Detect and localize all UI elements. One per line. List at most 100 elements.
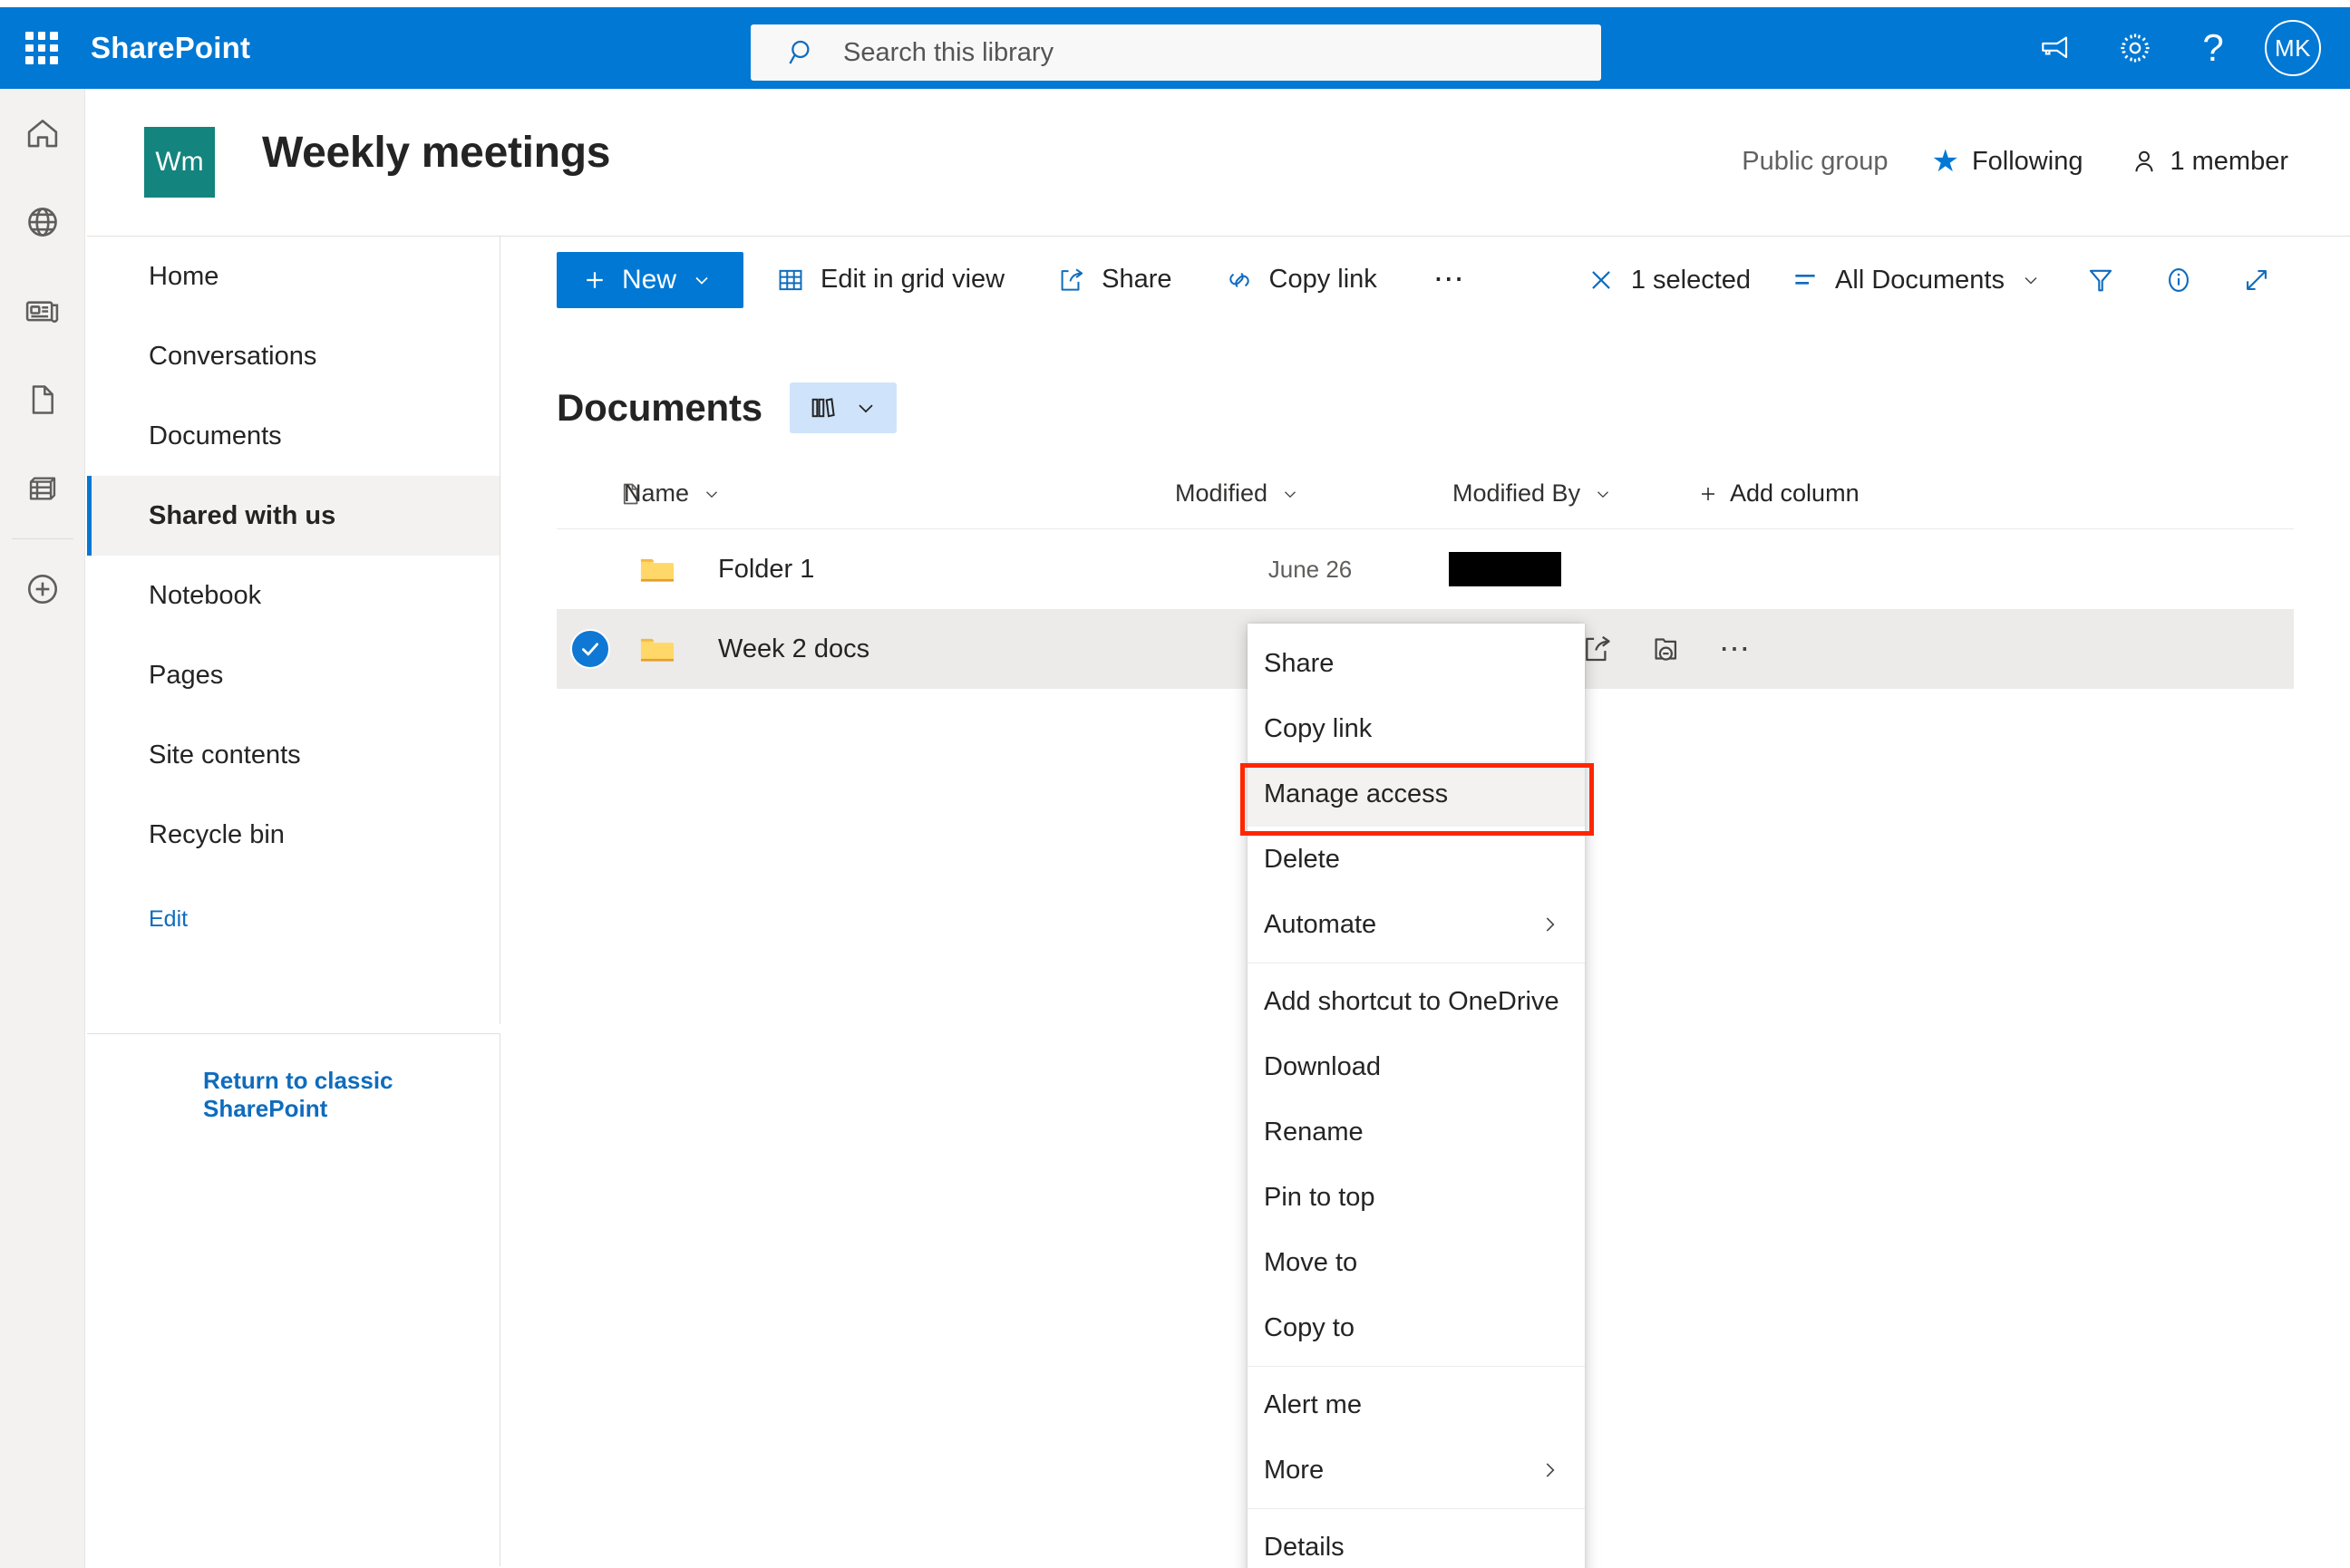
command-overflow-button[interactable]: ⋯ [1410,237,1491,324]
copy-link-button[interactable]: Copy link [1205,237,1397,324]
menu-item-add-shortcut-to-onedrive[interactable]: Add shortcut to OneDrive [1248,969,1585,1034]
return-to-classic-link[interactable]: Return to classic SharePoint [203,1067,500,1123]
suite-header-bar: SharePoint Search this library ? MK [0,7,2350,89]
app-launcher-waffle-icon[interactable] [20,26,63,70]
filter-funnel-icon [2085,265,2116,295]
site-header-meta: Public group ★ Following 1 member [1742,143,2288,179]
menu-item-copy-link[interactable]: Copy link [1248,696,1585,761]
menu-group: Alert me More [1248,1372,1585,1509]
view-switcher-button[interactable]: All Documents [1771,237,2062,324]
folder-icon [624,548,691,590]
sidebar-item-label: Conversations [149,341,317,371]
sidebar-item-pages[interactable]: Pages [87,635,500,715]
megaphone-icon[interactable] [2018,7,2096,89]
sidebar-item-label: Shared with us [149,500,336,530]
globe-sites-icon[interactable] [0,178,85,266]
page-title[interactable]: Weekly meetings [262,128,610,178]
following-label: Following [1971,146,2083,176]
row-checkbox[interactable] [557,629,624,669]
suite-brand-sharepoint[interactable]: SharePoint [91,31,250,65]
chevron-down-icon [1280,484,1300,504]
library-view-pill[interactable] [789,382,897,433]
ellipsis-icon[interactable]: ⋯ [1719,633,1753,664]
link-icon [1225,266,1254,295]
clear-selection-button[interactable]: 1 selected [1567,237,1771,324]
chevron-down-icon [1593,484,1613,504]
menu-item-automate[interactable]: Automate [1248,892,1585,957]
menu-item-details[interactable]: Details [1248,1515,1585,1568]
add-column-label: Add column [1730,479,1860,507]
row-name[interactable]: Week 2 docs [691,634,1171,664]
ellipsis-icon: ⋯ [1432,262,1467,297]
redaction-bar [1449,552,1561,586]
plus-icon [582,267,607,293]
copy-link-folder-icon[interactable] [1650,633,1683,665]
lists-icon[interactable] [0,444,85,533]
menu-item-label: Download [1264,1051,1381,1081]
column-header-modified[interactable]: Modified [1175,479,1452,508]
menu-item-alert-me[interactable]: Alert me [1248,1372,1585,1437]
expand-button[interactable] [2218,237,2296,324]
rail-divider [11,538,73,539]
sidebar-item-site-contents[interactable]: Site contents [87,715,500,795]
home-icon[interactable] [0,89,85,178]
chevron-right-icon [1538,913,1561,936]
info-button[interactable] [2140,237,2218,324]
column-label: Modified [1175,479,1268,507]
menu-item-label: Copy link [1264,713,1373,743]
share-button[interactable]: Share [1037,237,1191,324]
menu-item-share[interactable]: Share [1248,631,1585,696]
chevron-down-icon [691,269,713,291]
sidebar-item-notebook[interactable]: Notebook [87,556,500,635]
sidebar-item-conversations[interactable]: Conversations [87,316,500,396]
add-column-button[interactable]: Add column [1697,479,1860,508]
command-bar-right: 1 selected All Documents [1567,237,2296,324]
sidebar-edit-link[interactable]: Edit [87,887,500,951]
members-button[interactable]: 1 member [2130,147,2288,177]
sidebar-item-recycle-bin[interactable]: Recycle bin [87,795,500,875]
close-x-icon [1587,266,1616,295]
filter-button[interactable] [2062,237,2140,324]
avatar[interactable]: MK [2265,20,2321,76]
help-icon[interactable]: ? [2174,7,2252,89]
menu-item-label: Pin to top [1264,1182,1375,1212]
menu-item-manage-access[interactable]: Manage access [1248,761,1585,827]
menu-item-move-to[interactable]: Move to [1248,1230,1585,1295]
search-input[interactable]: Search this library [751,24,1601,81]
menu-item-download[interactable]: Download [1248,1034,1585,1099]
sidebar-item-documents[interactable]: Documents [87,396,500,476]
members-label: 1 member [2170,146,2288,176]
info-circle-icon [2163,265,2194,295]
sharepoint-library-page: SharePoint Search this library ? MK Wm W… [0,0,2350,1568]
menu-item-copy-to[interactable]: Copy to [1248,1295,1585,1360]
menu-item-rename[interactable]: Rename [1248,1099,1585,1165]
checkbox-checked-icon [570,629,610,669]
column-header-modified-by[interactable]: Modified By [1452,479,1697,508]
menu-item-more[interactable]: More [1248,1437,1585,1503]
edit-in-grid-view-button[interactable]: Edit in grid view [756,237,1024,324]
column-header-name[interactable]: Name [624,479,1175,508]
news-icon[interactable] [0,266,85,355]
suite-actions: ? MK [2018,7,2328,89]
create-plus-icon[interactable] [0,545,85,634]
following-button[interactable]: ★ Following [1931,143,2083,179]
share-icon[interactable] [1581,633,1614,665]
table-header-row: Name Modified Modified By Add column [557,459,2294,529]
menu-item-delete[interactable]: Delete [1248,827,1585,892]
row-name[interactable]: Folder 1 [691,555,1171,585]
sidebar-item-home[interactable]: Home [87,237,500,316]
menu-item-pin-to-top[interactable]: Pin to top [1248,1165,1585,1230]
global-nav-rail [0,89,85,1568]
chevron-down-icon [2020,269,2042,291]
new-button-label: New [622,264,677,295]
sidebar-item-shared-with-us[interactable]: Shared with us [87,476,500,556]
command-label: Copy link [1268,265,1377,294]
gear-icon[interactable] [2096,7,2174,89]
list-view-icon [1791,266,1820,295]
row-modified: June 26 [1267,555,1353,583]
new-button[interactable]: New [557,251,744,308]
column-header-filetype[interactable] [557,480,638,508]
menu-item-label: Copy to [1264,1312,1355,1342]
table-row[interactable]: Folder 1 June 26 [557,529,2294,609]
document-icon[interactable] [0,355,85,444]
